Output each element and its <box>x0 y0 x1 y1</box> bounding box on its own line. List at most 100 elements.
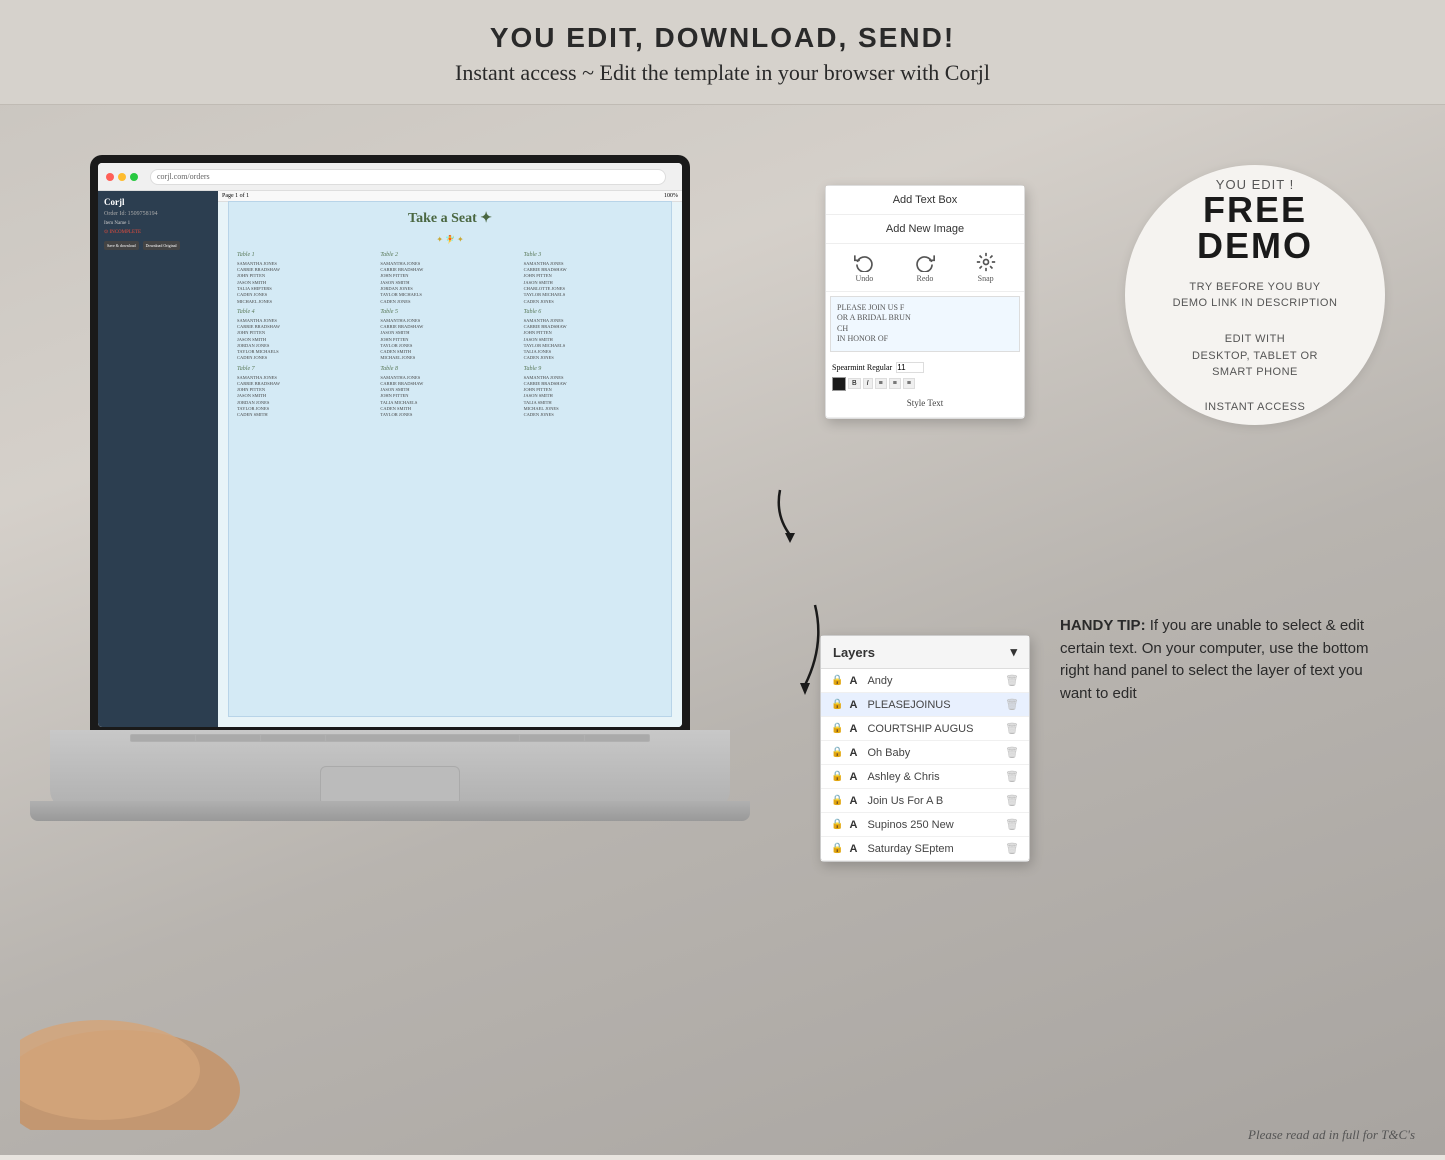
align-right-btn[interactable]: ≡ <box>903 378 915 389</box>
editor-canvas[interactable]: Page 1 of 1 100% Take a Seat ✦ ✦ 🧚 ✦ Tab… <box>218 191 682 727</box>
layer-name-join-us: Join Us For A B <box>867 795 999 807</box>
zoom-control[interactable]: 100% <box>664 193 678 199</box>
align-left-btn[interactable]: ≡ <box>875 378 887 389</box>
layer-item-oh-baby[interactable]: 🔒 A Oh Baby 🗑 <box>821 741 1029 765</box>
snap-icon <box>976 252 996 272</box>
handy-tip-bold: HANDY TIP: <box>1060 617 1146 634</box>
layer-delete-icon[interactable]: 🗑 <box>1005 698 1019 711</box>
layer-type-a: A <box>849 843 861 855</box>
table-7: Table 7 SAMANTHA JONESCARRIE BRADSHAWJOH… <box>237 366 376 419</box>
table-2-label: Table 2 <box>380 252 519 260</box>
layer-item-pleasejoinus[interactable]: 🔒 A PLEASEJOINUS 🗑 <box>821 693 1029 717</box>
seating-chart-title: Take a Seat ✦ <box>229 202 671 235</box>
format-buttons: B I ≡ ≡ ≡ <box>848 378 915 389</box>
corjl-logo: Corjl <box>104 197 212 207</box>
demo-edit-with-label: EDIT WITH DESKTOP, TABLET OR SMART PHONE <box>1192 331 1318 381</box>
layer-delete-icon[interactable]: 🗑 <box>1005 674 1019 687</box>
bold-btn[interactable]: B <box>848 378 861 389</box>
table-6-label: Table 6 <box>524 309 663 317</box>
seating-chart[interactable]: Take a Seat ✦ ✦ 🧚 ✦ Table 1 SAMANTHA JON… <box>228 201 672 717</box>
browser-url-bar[interactable]: corjl.com/orders <box>150 169 666 185</box>
table-9-names: SAMANTHA JONESCARRIE BRADSHAWJOHN PITTEN… <box>524 375 663 419</box>
table-6: Table 6 SAMANTHA JONESCARRIE BRADSHAWJOH… <box>524 309 663 362</box>
align-center-btn[interactable]: ≡ <box>889 378 901 389</box>
item-label: Item Name 1 <box>104 221 212 226</box>
table-3-names: SAMANTHA JONESCARRIE BRADSHAWJOHN PITTEN… <box>524 261 663 305</box>
free-demo-circle: YOU EDIT ! FREE DEMO TRY BEFORE YOU BUY … <box>1125 165 1385 425</box>
layer-delete-icon[interactable]: 🗑 <box>1005 818 1019 831</box>
layer-type-a: A <box>849 675 861 687</box>
main-content: corjl.com/orders Corjl Order Id: 1509758… <box>0 105 1445 1160</box>
layer-item-andy[interactable]: 🔒 A Andy 🗑 <box>821 669 1029 693</box>
color-swatch[interactable] <box>832 377 846 391</box>
arrow-svg <box>755 595 835 695</box>
space-key <box>326 735 518 741</box>
table-3: Table 3 SAMANTHA JONESCARRIE BRADSHAWJOH… <box>524 252 663 305</box>
italic-btn[interactable]: I <box>863 378 873 389</box>
browser-chrome: corjl.com/orders <box>98 163 682 191</box>
lock-icon: 🔒 <box>831 843 843 854</box>
lock-icon: 🔒 <box>831 795 843 806</box>
handy-tip: HANDY TIP: If you are unable to select &… <box>1060 615 1390 705</box>
layer-item-courtship[interactable]: 🔒 A COURTSHIP AUGUS 🗑 <box>821 717 1029 741</box>
layer-item-ashley-chris[interactable]: 🔒 A Ashley & Chris 🗑 <box>821 765 1029 789</box>
seating-tables-grid: Table 1 SAMANTHA JONESCARRIE BRADSHAWJOH… <box>229 248 671 423</box>
layer-delete-icon[interactable]: 🗑 <box>1005 770 1019 783</box>
key <box>520 735 584 741</box>
layer-name-andy: Andy <box>867 675 999 687</box>
redo-icon <box>915 252 935 272</box>
table-4-names: SAMANTHA JONESCARRIE BRADSHAWJOHN PITTEN… <box>237 318 376 362</box>
laptop-base <box>30 801 750 821</box>
layers-header: Layers ▾ <box>821 636 1029 669</box>
layers-panel: Layers ▾ 🔒 A Andy 🗑 🔒 A PLEASEJOINUS 🗑 🔒… <box>820 635 1030 862</box>
status-incomplete: ⊙ INCOMPLETE <box>104 229 212 235</box>
layer-item-saturday[interactable]: 🔒 A Saturday SEptem 🗑 <box>821 837 1029 861</box>
table-1-names: SAMANTHA JONESCARRIE BRADSHAWJOHN PITTEN… <box>237 261 376 305</box>
table-5-names: SAMANTHA JONESCARRIE BRADSHAWJASON SMITH… <box>380 318 519 362</box>
layer-name-ashley-chris: Ashley & Chris <box>867 771 999 783</box>
keyboard-trackpad[interactable] <box>320 766 460 806</box>
style-text-label: Style Text <box>832 395 1018 411</box>
layers-chevron[interactable]: ▾ <box>1010 644 1017 660</box>
lock-icon: 🔒 <box>831 699 843 710</box>
layer-delete-icon[interactable]: 🗑 <box>1005 794 1019 807</box>
layer-type-a: A <box>849 699 861 711</box>
key <box>585 735 649 741</box>
save-btn[interactable]: Save & download <box>104 241 139 250</box>
laptop-mockup: corjl.com/orders Corjl Order Id: 1509758… <box>30 155 750 975</box>
layer-item-supinos[interactable]: 🔒 A Supinos 250 New 🗑 <box>821 813 1029 837</box>
layer-name-supinos: Supinos 250 New <box>867 819 999 831</box>
page-indicator: Page 1 of 1 <box>222 193 249 199</box>
table-8-label: Table 8 <box>380 366 519 374</box>
order-id: Order Id: 1509758194 <box>104 211 212 217</box>
hand-area <box>20 930 300 1130</box>
arrow-panel-svg <box>770 485 830 545</box>
original-btn[interactable]: Download Original <box>143 241 180 250</box>
redo-tool[interactable]: Redo <box>915 252 935 283</box>
demo-instant-label: INSTANT ACCESS <box>1205 401 1306 413</box>
snap-tool[interactable]: Snap <box>976 252 996 283</box>
table-4-label: Table 4 <box>237 309 376 317</box>
color-controls: B I ≡ ≡ ≡ <box>832 377 1018 391</box>
add-text-box-button[interactable]: Add Text Box <box>826 186 1024 215</box>
undo-label: Undo <box>855 274 873 283</box>
lock-icon: 🔒 <box>831 771 843 782</box>
layer-delete-icon[interactable]: 🗑 <box>1005 722 1019 735</box>
layer-delete-icon[interactable]: 🗑 <box>1005 746 1019 759</box>
table-9: Table 9 SAMANTHA JONESCARRIE BRADSHAWJOH… <box>524 366 663 419</box>
undo-tool[interactable]: Undo <box>854 252 874 283</box>
table-8: Table 8 SAMANTHA JONESCARRIE BRADSHAWJAS… <box>380 366 519 419</box>
font-size-input[interactable] <box>896 362 924 373</box>
table-6-names: SAMANTHA JONESCARRIE BRADSHAWJOHN PITTEN… <box>524 318 663 362</box>
layer-delete-icon[interactable]: 🗑 <box>1005 842 1019 855</box>
browser-maximize-dot <box>130 173 138 181</box>
arrow-to-layers <box>755 595 835 700</box>
key <box>196 735 260 741</box>
undo-icon <box>854 252 874 272</box>
demo-try-label: TRY BEFORE YOU BUY DEMO LINK IN DESCRIPT… <box>1173 280 1338 311</box>
fairy-decoration: ✦ 🧚 ✦ <box>229 235 671 244</box>
add-new-image-button[interactable]: Add New Image <box>826 215 1024 244</box>
layer-item-join-us[interactable]: 🔒 A Join Us For A B 🗑 <box>821 789 1029 813</box>
snap-label: Snap <box>978 274 994 283</box>
table-2: Table 2 SAMANTHA JONESCARRIE BRADSHAWJOH… <box>380 252 519 305</box>
